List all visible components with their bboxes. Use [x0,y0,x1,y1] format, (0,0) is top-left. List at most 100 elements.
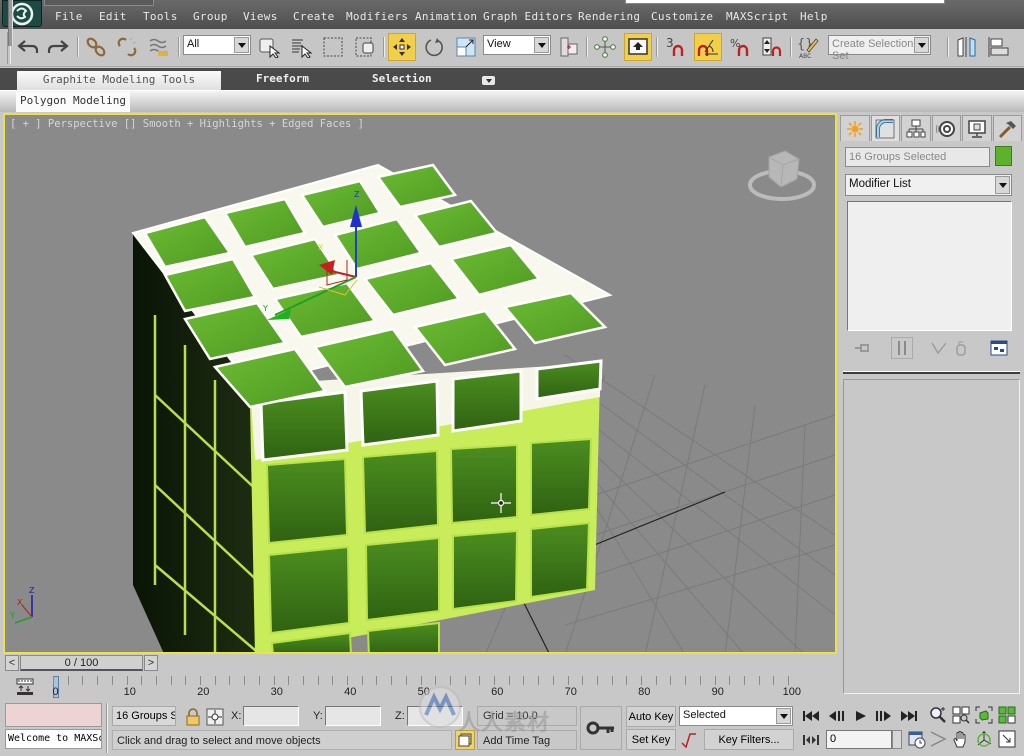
menu-file[interactable]: File [55,10,83,23]
open-mini-curve-editor-icon[interactable] [16,678,34,696]
remove-modifier-button[interactable] [951,339,971,357]
menu-views[interactable]: Views [243,10,278,23]
select-object-button[interactable] [255,33,283,61]
auto-key-button[interactable]: Auto Key [626,706,676,727]
key-filters-button[interactable]: Key Filters... [704,729,794,750]
tab-polygon-modeling[interactable]: Polygon Modeling [16,92,130,112]
menu-animation[interactable]: Animation [415,10,477,23]
menu-rendering[interactable]: Rendering [578,10,640,23]
keyboard-shortcut-override-button[interactable] [624,33,652,61]
unlink-button[interactable] [113,33,141,61]
modifier-list-dropdown[interactable]: Modifier List [845,174,1012,196]
time-slider[interactable]: < 0 / 100 > [3,655,837,672]
percent-snap-button[interactable]: % [726,33,754,61]
utilities-tab[interactable] [992,115,1022,141]
selection-lock-toggle-icon[interactable] [185,708,201,726]
select-and-link-button[interactable] [82,33,110,61]
select-and-scale-button[interactable] [452,33,480,61]
configure-modifier-sets-button[interactable] [989,339,1009,357]
motion-tab[interactable] [931,115,961,141]
edit-named-selection-button[interactable]: {} ABC [795,33,823,61]
select-and-rotate-button[interactable] [420,33,448,61]
undo-button[interactable] [14,33,42,61]
reference-coordinate-dropdown[interactable]: View [483,35,551,55]
key-mode-toggle-button[interactable] [800,732,822,748]
go-to-start-button[interactable] [800,708,822,724]
track-bar-ruler[interactable]: 0 10 20 30 40 50 60 70 80 90 100 [53,676,801,700]
tab-freeform[interactable]: Freeform [256,72,309,85]
spinner-snap-button[interactable] [758,33,786,61]
menu-tools[interactable]: Tools [143,10,178,23]
tab-selection[interactable]: Selection [372,72,432,85]
modifier-stack[interactable] [847,201,1012,331]
angle-snap-button[interactable] [694,33,722,61]
modify-tab[interactable] [870,115,900,141]
time-slider-thumb[interactable]: 0 / 100 [20,655,143,671]
viewport-label-menu[interactable]: [ + ] Perspective [] Smooth + Highlights… [10,118,364,130]
pan-view-button[interactable] [950,729,972,749]
key-mode-dropdown[interactable]: Selected [679,706,793,726]
zoom-all-button[interactable] [950,705,972,725]
previous-frame-playback-button[interactable] [826,708,848,724]
selection-filter-dropdown[interactable]: All [183,35,251,55]
perspective-viewport[interactable]: Z X Y Z X Y [ + ] Perspective [] Smooth … [3,113,837,654]
menu-modifiers[interactable]: Modifiers [346,10,408,23]
menu-edit[interactable]: Edit [99,10,127,23]
default-tangent-icon[interactable] [680,731,700,749]
menu-graph-editors[interactable]: Graph Editors [483,10,573,23]
make-unique-button[interactable] [929,339,949,357]
bind-to-space-warp-button[interactable] [145,33,173,61]
go-to-end-button[interactable] [898,708,920,724]
current-frame-spinner[interactable] [892,730,902,749]
set-key-button[interactable]: Set Key [626,729,676,750]
menu-create[interactable]: Create [293,10,335,23]
display-tab[interactable] [962,115,992,141]
maxscript-mini-listener[interactable] [5,703,102,727]
tab-graphite-modeling-tools[interactable]: Graphite Modeling Tools [17,71,221,91]
zoom-extents-button[interactable] [973,705,995,725]
select-and-move-button[interactable] [388,33,416,61]
redo-button[interactable] [44,33,72,61]
y-coordinate-field[interactable] [325,706,381,726]
viewcube-icon[interactable] [747,145,817,205]
z-coordinate-field[interactable] [407,706,463,726]
object-name-field[interactable]: 16 Groups Selected [845,147,990,167]
maximize-viewport-toggle-button[interactable] [996,729,1018,749]
window-crossing-button[interactable] [351,33,379,61]
add-time-tag[interactable]: Add Time Tag [477,730,577,750]
previous-frame-button[interactable]: < [5,655,19,671]
show-end-result-button[interactable] [891,337,913,359]
menu-group[interactable]: Group [193,10,228,23]
next-frame-playback-button[interactable] [872,708,894,724]
align-button[interactable] [985,33,1013,61]
maxscript-output[interactable]: Welcome to MAXScript. [5,729,102,749]
zoom-extents-all-button[interactable] [996,705,1018,725]
create-tab[interactable] [840,115,870,141]
select-and-manipulate-button[interactable] [591,33,619,61]
menu-maxscript[interactable]: MAXScript [726,10,788,23]
menu-customize[interactable]: Customize [651,10,713,23]
time-configuration-button[interactable] [906,730,928,750]
next-frame-button[interactable]: > [144,655,158,671]
menu-help[interactable]: Help [800,10,828,23]
pin-stack-button[interactable] [853,339,873,357]
mirror-button[interactable] [953,33,981,61]
absolute-mode-transform-icon[interactable] [206,708,224,726]
field-of-view-button[interactable] [927,729,949,749]
select-by-name-button[interactable] [287,33,315,61]
current-frame-field[interactable]: 0 [826,730,892,749]
zoom-button[interactable] [927,705,949,725]
play-button[interactable] [850,708,872,724]
object-color-swatch[interactable] [995,146,1012,166]
orbit-button[interactable] [973,729,995,749]
hierarchy-tab[interactable] [901,115,931,141]
x-coordinate-field[interactable] [243,706,299,726]
snaps-toggle-button[interactable]: 3 [662,33,690,61]
ribbon-options-dropdown[interactable] [482,76,495,85]
set-keys-button[interactable] [580,706,622,750]
time-tag-button[interactable] [455,730,475,750]
named-selection-set-dropdown[interactable]: Create Selection Set [828,35,931,62]
ribbon-grip[interactable] [8,0,13,46]
rectangular-selection-button[interactable] [319,33,347,61]
use-pivot-center-button[interactable] [555,33,583,61]
